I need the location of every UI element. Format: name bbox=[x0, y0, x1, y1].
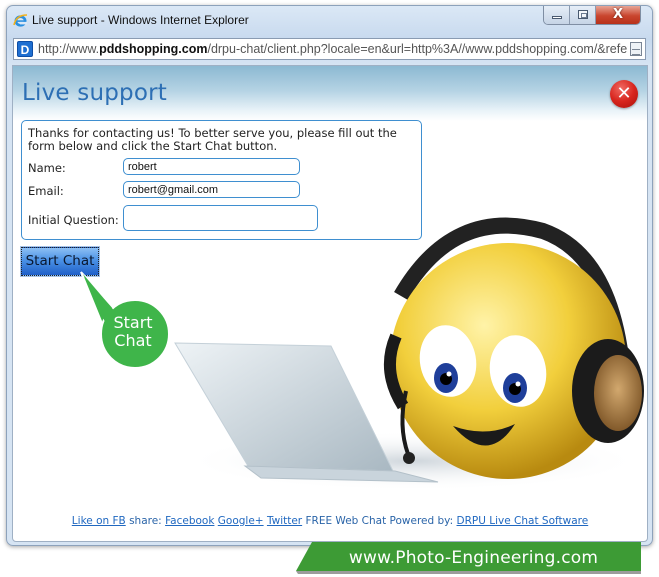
like-on-fb-link[interactable]: Like on FB bbox=[72, 515, 126, 527]
footer: Like on FB share: Facebook Google+ Twitt… bbox=[13, 515, 647, 527]
close-icon: ✕ bbox=[616, 83, 632, 104]
d-favicon-icon: D bbox=[17, 41, 33, 57]
google-plus-link[interactable]: Google+ bbox=[218, 515, 264, 527]
name-field[interactable] bbox=[123, 158, 300, 175]
twitter-link[interactable]: Twitter bbox=[267, 515, 302, 527]
headset-mic bbox=[403, 452, 415, 464]
initial-question-field[interactable] bbox=[123, 205, 318, 231]
close-icon: X bbox=[612, 7, 624, 22]
window-title: Live support - Windows Internet Explorer bbox=[32, 13, 249, 27]
caption-buttons: X bbox=[543, 6, 641, 25]
drpu-live-chat-link[interactable]: DRPU Live Chat Software bbox=[457, 515, 589, 527]
internet-explorer-icon bbox=[13, 14, 28, 27]
share-label: share: bbox=[129, 515, 162, 527]
initial-question-label: Initial Question: bbox=[28, 213, 119, 227]
headset-ear-pad bbox=[594, 355, 642, 431]
page-icon[interactable] bbox=[630, 42, 642, 56]
callout-line-2: Chat bbox=[114, 331, 152, 350]
page-close-button[interactable]: ✕ bbox=[610, 80, 638, 108]
url-rest: /drpu-chat/client.php?locale=en&url=http… bbox=[207, 42, 628, 56]
title-bar[interactable]: Live support - Windows Internet Explorer… bbox=[7, 6, 652, 34]
name-label: Name: bbox=[28, 161, 66, 175]
ie-window: Live support - Windows Internet Explorer… bbox=[6, 5, 653, 546]
email-field[interactable] bbox=[123, 181, 300, 198]
pre-chat-form: Thanks for contacting us! To better serv… bbox=[21, 120, 422, 240]
minimize-button[interactable] bbox=[544, 6, 570, 24]
minimize-icon bbox=[552, 16, 562, 19]
address-bar[interactable]: D http://www.pddshopping.com/drpu-chat/c… bbox=[13, 38, 646, 60]
page-title: Live support bbox=[22, 80, 167, 106]
window-close-button[interactable]: X bbox=[596, 6, 640, 24]
facebook-link[interactable]: Facebook bbox=[165, 515, 214, 527]
page-content: Live support ✕ Thanks for contacting us!… bbox=[12, 65, 648, 542]
maximize-button[interactable] bbox=[570, 6, 596, 24]
powered-by-text: FREE Web Chat Powered by: bbox=[305, 515, 454, 527]
banner-text: www.Photo-Engineering.com bbox=[348, 548, 599, 568]
url-text[interactable]: http://www.pddshopping.com/drpu-chat/cli… bbox=[38, 42, 628, 56]
callout-text: Start Chat bbox=[103, 314, 163, 350]
email-label: Email: bbox=[28, 184, 64, 198]
url-prefix: http://www. bbox=[38, 42, 100, 56]
callout-line-1: Start bbox=[113, 313, 153, 332]
url-domain: pddshopping.com bbox=[99, 42, 208, 56]
maximize-icon bbox=[578, 10, 588, 19]
form-intro-text: Thanks for contacting us! To better serv… bbox=[28, 126, 397, 153]
watermark-banner: www.Photo-Engineering.com bbox=[296, 542, 641, 574]
